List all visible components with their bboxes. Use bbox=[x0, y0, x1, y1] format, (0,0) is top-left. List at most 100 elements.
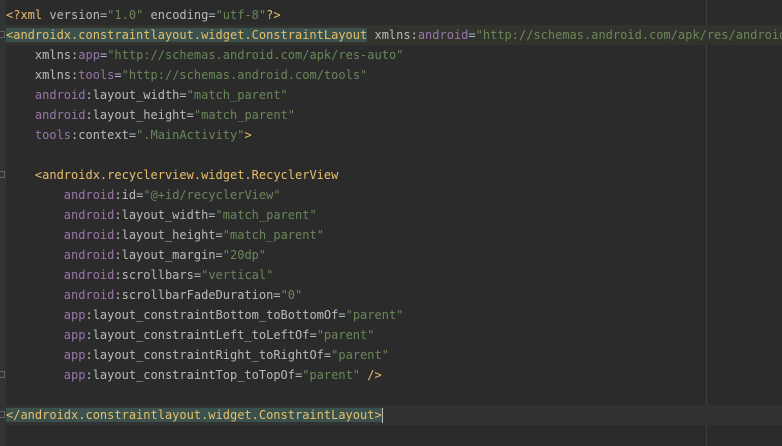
code-token: :scrollbars bbox=[114, 268, 194, 282]
code-token: version bbox=[49, 8, 100, 22]
code-token: "1.0" bbox=[107, 8, 144, 22]
code-token: = bbox=[273, 288, 281, 302]
code-token: "0" bbox=[280, 288, 303, 302]
code-token: :scrollbarFadeDuration bbox=[114, 288, 274, 302]
code-token: xmlns: bbox=[34, 68, 79, 82]
code-line[interactable]: android:scrollbarFadeDuration="0" bbox=[6, 285, 302, 305]
code-token: = bbox=[309, 328, 317, 342]
code-token: = bbox=[208, 208, 216, 222]
code-token: "parent" bbox=[302, 368, 361, 382]
code-token: = bbox=[215, 228, 223, 242]
code-token: </androidx.constraintlayout.widget.Const… bbox=[6, 408, 375, 422]
code-token: android bbox=[63, 268, 115, 282]
code-token: :context bbox=[71, 128, 129, 142]
code-token: = bbox=[193, 268, 202, 282]
code-line[interactable]: android:scrollbars="vertical" bbox=[6, 265, 274, 285]
code-line[interactable]: <?xml version="1.0" encoding="utf-8"?> bbox=[6, 5, 281, 25]
code-token: :layout_constraintBottom_toBottomOf bbox=[85, 308, 339, 322]
code-token: :layout_height bbox=[114, 228, 216, 242]
code-token: = bbox=[338, 308, 346, 322]
fold-marker-icon[interactable] bbox=[0, 31, 5, 38]
fold-marker-icon[interactable] bbox=[0, 371, 5, 378]
code-line[interactable]: app:layout_constraintTop_toTopOf="parent… bbox=[6, 365, 382, 385]
code-token: "parent" bbox=[345, 308, 404, 322]
code-line[interactable]: xmlns:app="http://schemas.android.com/ap… bbox=[6, 45, 404, 65]
code-token: ".MainActivity" bbox=[136, 128, 245, 142]
code-token: :layout_constraintRight_toRightOf bbox=[85, 348, 324, 362]
code-line[interactable]: <androidx.constraintlayout.widget.Constr… bbox=[6, 25, 782, 45]
code-token: = bbox=[215, 248, 223, 262]
code-editor[interactable]: <?xml version="1.0" encoding="utf-8"?> <a… bbox=[0, 0, 782, 446]
code-token: > bbox=[244, 128, 252, 142]
code-token: :layout_height bbox=[85, 108, 187, 122]
code-token: "parent" bbox=[316, 328, 375, 342]
code-token: tools bbox=[34, 128, 72, 142]
code-token: = bbox=[186, 108, 194, 122]
code-line[interactable]: tools:context=".MainActivity"> bbox=[6, 125, 252, 145]
code-token: = bbox=[179, 88, 187, 102]
code-line[interactable]: </androidx.constraintlayout.widget.Const… bbox=[6, 405, 782, 425]
code-token: app bbox=[63, 328, 86, 342]
code-token: :layout_constraintLeft_toLeftOf bbox=[85, 328, 310, 342]
code-token: android bbox=[63, 188, 115, 202]
code-token: = bbox=[128, 128, 137, 142]
code-line[interactable]: android:layout_margin="20dp" bbox=[6, 245, 266, 265]
code-token: "match_parent" bbox=[186, 88, 288, 102]
code-token: "20dp" bbox=[222, 248, 267, 262]
code-token: android bbox=[417, 28, 469, 42]
code-token: android bbox=[63, 248, 115, 262]
code-token: "http://schemas.android.com/apk/res-auto… bbox=[107, 48, 404, 62]
code-token: "match_parent" bbox=[222, 228, 324, 242]
code-token: <androidx.constraintlayout.widget.Constr… bbox=[6, 28, 368, 42]
code-token: "http://schemas.android.com/apk/res/andr… bbox=[475, 28, 782, 42]
code-token: :layout_width bbox=[114, 208, 209, 222]
text-caret bbox=[381, 408, 383, 423]
fold-marker-icon[interactable] bbox=[0, 171, 5, 178]
code-token: "utf-8" bbox=[215, 8, 267, 22]
code-line[interactable]: xmlns:tools="http://schemas.android.com/… bbox=[6, 65, 367, 85]
code-line[interactable]: android:id="@+id/recyclerView" bbox=[6, 185, 281, 205]
code-line[interactable]: app:layout_constraintLeft_toLeftOf="pare… bbox=[6, 325, 375, 345]
code-token: :id bbox=[114, 188, 137, 202]
code-line[interactable]: android:layout_width="match_parent" bbox=[6, 205, 317, 225]
code-token: :layout_constraintTop_toTopOf bbox=[85, 368, 295, 382]
code-token: tools bbox=[78, 68, 115, 82]
code-line[interactable]: android:layout_width="match_parent" bbox=[6, 85, 288, 105]
code-token: app bbox=[63, 348, 86, 362]
code-token: /> bbox=[367, 368, 382, 382]
code-token: android bbox=[63, 228, 115, 242]
code-token: android bbox=[63, 208, 115, 222]
code-line[interactable]: <androidx.recyclerview.widget.RecyclerVi… bbox=[6, 165, 338, 185]
code-line[interactable]: android:layout_height="match_parent" bbox=[6, 105, 295, 125]
code-token: xmlns: bbox=[374, 28, 418, 42]
code-token: xml bbox=[20, 8, 50, 22]
code-token: android bbox=[34, 88, 86, 102]
code-line[interactable]: app:layout_constraintRight_toRightOf="pa… bbox=[6, 345, 389, 365]
code-line[interactable]: app:layout_constraintBottom_toBottomOf="… bbox=[6, 305, 404, 325]
code-line[interactable]: android:layout_height="match_parent" bbox=[6, 225, 324, 245]
code-token: "@+id/recyclerView" bbox=[143, 188, 281, 202]
code-token: <? bbox=[6, 8, 21, 22]
right-margin-guide bbox=[706, 0, 707, 446]
code-token: app bbox=[63, 308, 86, 322]
code-token: app bbox=[78, 48, 100, 62]
fold-marker-icon[interactable] bbox=[0, 411, 5, 418]
code-token: > bbox=[374, 408, 382, 422]
code-token: :layout_margin bbox=[114, 248, 216, 262]
code-token: "match_parent" bbox=[193, 108, 296, 122]
